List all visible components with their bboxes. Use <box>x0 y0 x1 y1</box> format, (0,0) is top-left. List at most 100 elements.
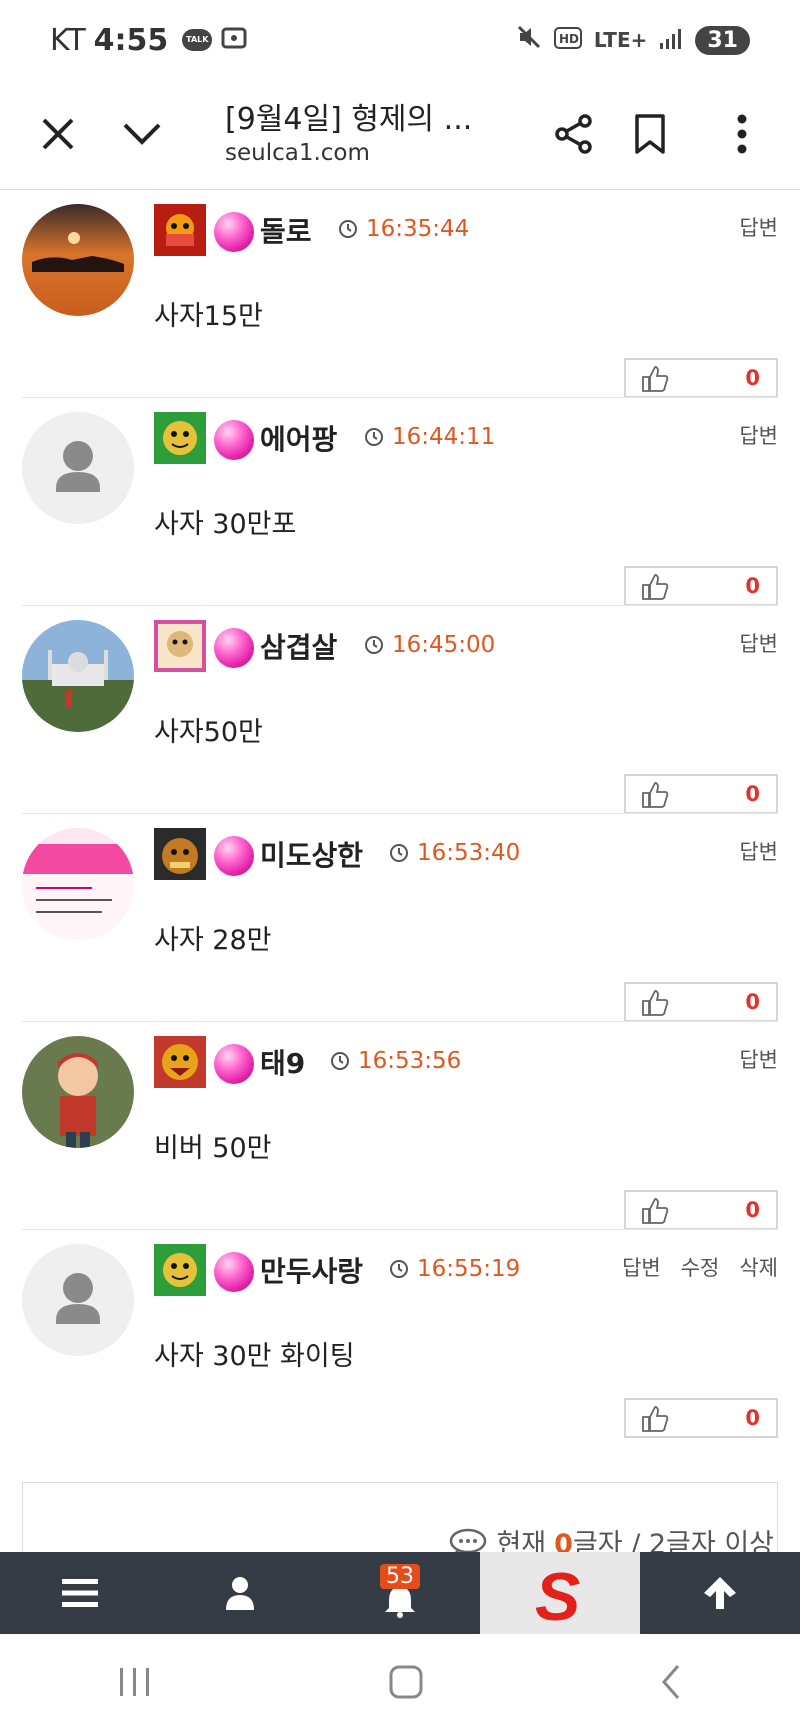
clock-icon <box>365 636 383 654</box>
comment-text: 사자 28만 <box>154 925 272 956</box>
page-url[interactable]: seulca1.com <box>225 140 370 166</box>
clock-icon <box>365 428 383 446</box>
home-button[interactable] <box>389 1665 423 1703</box>
avatar[interactable] <box>22 1244 134 1356</box>
user-icon <box>226 1577 254 1610</box>
clock-icon <box>331 1052 349 1070</box>
thumbs-up-icon <box>642 366 669 392</box>
author-name[interactable]: 삼겹살 <box>260 626 337 666</box>
avatar[interactable] <box>22 412 134 524</box>
avatar[interactable] <box>22 1036 134 1148</box>
comment-time-text: 16:45:00 <box>392 632 496 658</box>
thumbs-up-icon <box>642 574 669 600</box>
svg-text:S: S <box>535 1559 580 1628</box>
like-button[interactable]: 0 <box>624 774 778 814</box>
avatar[interactable] <box>22 620 134 732</box>
like-count: 0 <box>745 782 760 806</box>
reply-button[interactable]: 답변 <box>622 1252 661 1282</box>
comment-text: 사자 30만포 <box>154 509 297 540</box>
reply-button[interactable]: 답변 <box>739 836 778 866</box>
recent-apps-button[interactable] <box>118 1666 152 1702</box>
level-icon <box>154 828 206 880</box>
author-name[interactable]: 에어팡 <box>260 418 337 458</box>
site-logo[interactable]: S <box>480 1552 640 1634</box>
avatar[interactable] <box>22 828 134 940</box>
comment-actions: 답변 <box>739 628 778 658</box>
comment-actions: 답변 <box>739 212 778 242</box>
rank-badge-icon <box>214 1252 254 1292</box>
comment-actions: 답변 <box>739 1044 778 1074</box>
edit-button[interactable]: 수정 <box>681 1252 720 1282</box>
profile-button[interactable] <box>160 1552 320 1634</box>
level-icon <box>154 1036 206 1088</box>
svg-text:HD: HD <box>559 32 579 46</box>
back-button[interactable] <box>660 1664 682 1704</box>
menu-button[interactable] <box>0 1552 160 1634</box>
battery-indicator: 31 <box>695 25 750 55</box>
carrier-label: KT <box>50 22 86 58</box>
notifications-button[interactable]: 53 <box>320 1552 480 1634</box>
status-bar: KT 4:55 TALK HD LTE+ 31 <box>0 0 800 80</box>
level-icon <box>154 1244 206 1296</box>
level-icon <box>154 204 206 256</box>
chevron-down-icon[interactable] <box>110 102 174 166</box>
reply-button[interactable]: 답변 <box>739 212 778 242</box>
comment-item: 미도상한 16:53:40 답변 사자 28만 0 <box>0 814 800 1022</box>
comment-item: 태9 16:53:56 답변 비버 50만 0 <box>0 1022 800 1230</box>
comment-item: 에어팡 16:44:11 답변 사자 30만포 0 <box>0 398 800 606</box>
like-button[interactable]: 0 <box>624 566 778 606</box>
comment-time-text: 16:53:40 <box>417 840 521 866</box>
talk-icon: TALK <box>182 29 213 51</box>
author-name[interactable]: 돌로 <box>260 210 312 250</box>
network-type: LTE+ <box>593 28 648 52</box>
delete-button[interactable]: 삭제 <box>739 1252 778 1282</box>
comment-time-text: 16:44:11 <box>392 424 496 450</box>
comment-actions: 답변 <box>739 836 778 866</box>
site-logo-icon: S <box>535 1559 580 1628</box>
author-name[interactable]: 만두사랑 <box>260 1250 363 1290</box>
notification-count: 53 <box>380 1564 420 1589</box>
comment-actions: 답변 수정 삭제 <box>622 1252 778 1282</box>
like-count: 0 <box>745 574 760 598</box>
comment-actions: 답변 <box>739 420 778 450</box>
comment-time: 16:55:19 <box>389 1256 520 1282</box>
share-icon[interactable] <box>542 102 606 166</box>
more-icon[interactable] <box>710 102 774 166</box>
system-nav-bar <box>0 1634 800 1734</box>
thumbs-up-icon <box>642 1406 669 1432</box>
level-icon <box>154 412 206 464</box>
author-name[interactable]: 태9 <box>260 1042 305 1082</box>
menu-icon <box>62 1579 98 1607</box>
like-button[interactable]: 0 <box>624 1398 778 1438</box>
bookmark-icon[interactable] <box>618 102 682 166</box>
comment-item: 삼겹살 16:45:00 답변 사자50만 0 <box>0 606 800 814</box>
recent-apps-icon <box>120 1668 150 1696</box>
like-button[interactable]: 0 <box>624 1190 778 1230</box>
comment-text: 사자15만 <box>154 301 263 332</box>
hd-icon: HD <box>553 26 582 54</box>
back-icon <box>661 1665 679 1699</box>
comment-item: 만두사랑 16:55:19 답변 수정 삭제 사자 30만 화이팅 0 <box>0 1230 800 1438</box>
rank-badge-icon <box>214 836 254 876</box>
author-name[interactable]: 미도상한 <box>260 834 363 874</box>
like-count: 0 <box>745 1406 760 1430</box>
rank-badge-icon <box>214 1044 254 1084</box>
rank-badge-icon <box>214 212 254 252</box>
like-count: 0 <box>745 366 760 390</box>
like-button[interactable]: 0 <box>624 358 778 398</box>
like-button[interactable]: 0 <box>624 982 778 1022</box>
thumbs-up-icon <box>642 1198 669 1224</box>
avatar[interactable] <box>22 204 134 316</box>
comment-time: 16:53:40 <box>389 840 520 866</box>
clock-time: 4:55 <box>93 22 169 58</box>
clock-icon <box>390 1260 408 1278</box>
comment-text: 비버 50만 <box>154 1133 272 1164</box>
rank-badge-icon <box>214 420 254 460</box>
comment-text: 사자50만 <box>154 717 263 748</box>
scroll-top-button[interactable] <box>640 1552 800 1634</box>
page-title[interactable]: [9월4일] 형제의 ... <box>225 94 472 138</box>
close-icon[interactable] <box>26 102 90 166</box>
reply-button[interactable]: 답변 <box>739 420 778 450</box>
reply-button[interactable]: 답변 <box>739 628 778 658</box>
reply-button[interactable]: 답변 <box>739 1044 778 1074</box>
